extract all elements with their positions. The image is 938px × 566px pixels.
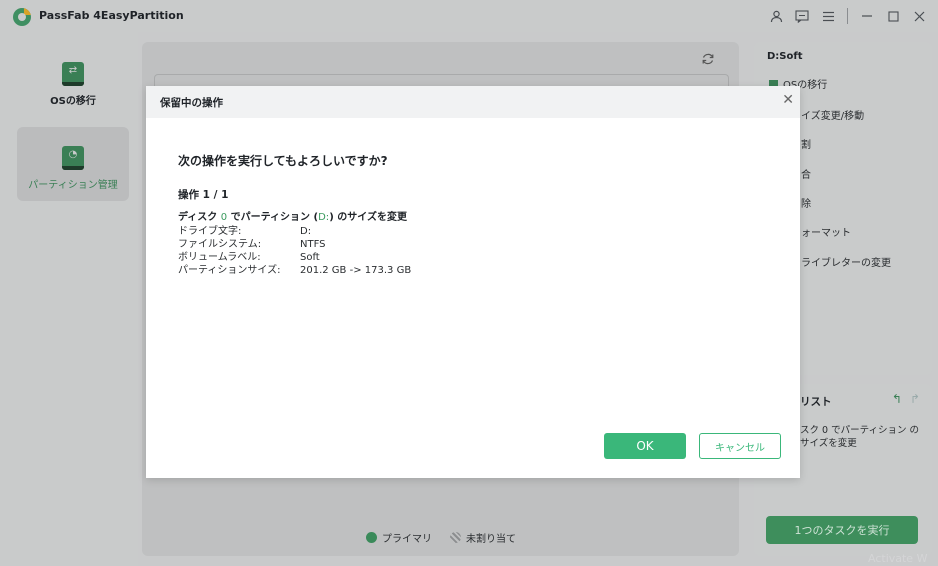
drive-letter: D:	[318, 212, 330, 223]
description-text: ) のサイズを変更	[329, 212, 407, 223]
app-title: PassFab 4EasyPartition	[39, 9, 184, 22]
confirm-question: 次の操作を実行してもよろしいですか?	[178, 154, 388, 168]
menu-icon[interactable]	[815, 4, 841, 28]
partition-icon: ◔	[62, 146, 84, 170]
operation-label: 除	[801, 199, 811, 210]
cancel-button[interactable]: キャンセル	[699, 433, 781, 459]
dialog-title: 保留中の操作	[160, 97, 223, 109]
run-tasks-button[interactable]: 1つのタスクを実行	[766, 516, 918, 544]
pending-operations-dialog: 保留中の操作 ✕ 次の操作を実行してもよろしいですか? 操作 1 / 1 ディス…	[146, 86, 800, 478]
sidebar: ⇄ OSの移行 ◔ パーティション管理	[0, 32, 138, 566]
detail-row: パーティションサイズ: 201.2 GB -> 173.3 GB	[178, 261, 411, 276]
window-controls	[763, 4, 932, 28]
legend-unallocated-label: 未割り当て	[466, 534, 516, 545]
sidebar-item-label: パーティション管理	[28, 180, 118, 191]
migrate-icon: ⇄	[62, 62, 84, 86]
operation-resize-move[interactable]: イズ変更/移動	[801, 107, 864, 122]
sidebar-item-label: OSの移行	[50, 96, 96, 107]
operation-description: ディスク 0 でパーティション (D:) のサイズを変更	[178, 208, 407, 223]
detail-value: 201.2 GB -> 173.3 GB	[300, 265, 412, 276]
app-logo-icon	[13, 8, 31, 26]
operation-label: イズ変更/移動	[801, 111, 865, 122]
app-window: PassFab 4EasyPartition ⇄ OSの移行 ◔ パーティション…	[0, 0, 938, 566]
operation-split[interactable]: 割	[801, 136, 811, 151]
task-list-title: リスト	[800, 396, 832, 408]
undo-icon[interactable]: ↰	[892, 392, 902, 406]
close-icon[interactable]: ✕	[782, 92, 794, 108]
legend: プライマリ 未割り当て	[366, 530, 516, 545]
unallocated-legend-icon	[450, 532, 461, 543]
detail-key: パーティションサイズ:	[178, 265, 281, 276]
dialog-header: 保留中の操作 ✕	[146, 86, 800, 118]
operation-merge[interactable]: 合	[801, 166, 811, 181]
user-icon[interactable]	[763, 4, 789, 28]
operation-change-drive-letter[interactable]: ライブレターの変更	[801, 254, 891, 269]
ok-button[interactable]: OK	[604, 433, 686, 459]
titlebar-divider	[847, 8, 848, 24]
minimize-icon[interactable]	[854, 4, 880, 28]
feedback-icon[interactable]	[789, 4, 815, 28]
task-item: スク 0 でパーティション のサイズを変更	[800, 425, 920, 449]
selected-partition-title: D:Soft	[767, 51, 803, 62]
sidebar-item-os-migration[interactable]: ⇄ OSの移行	[17, 43, 129, 117]
primary-legend-icon	[366, 532, 377, 543]
close-icon[interactable]	[906, 4, 932, 28]
operation-counter: 操作 1 / 1	[178, 189, 229, 201]
redo-icon[interactable]: ↱	[910, 392, 920, 406]
operation-label: 割	[801, 140, 811, 151]
legend-primary-label: プライマリ	[382, 534, 432, 545]
sidebar-item-partition-management[interactable]: ◔ パーティション管理	[17, 127, 129, 201]
activation-watermark: Activate W	[868, 552, 928, 565]
undo-redo: ↰ ↱	[892, 392, 920, 406]
operation-label: ライブレターの変更	[801, 258, 891, 269]
operation-label: ォーマット	[801, 228, 851, 239]
title-bar: PassFab 4EasyPartition	[0, 0, 938, 32]
operation-delete[interactable]: 除	[801, 195, 811, 210]
refresh-icon[interactable]	[701, 52, 715, 70]
maximize-icon[interactable]	[880, 4, 906, 28]
operation-format[interactable]: ォーマット	[801, 224, 851, 239]
operation-label: 合	[801, 170, 811, 181]
